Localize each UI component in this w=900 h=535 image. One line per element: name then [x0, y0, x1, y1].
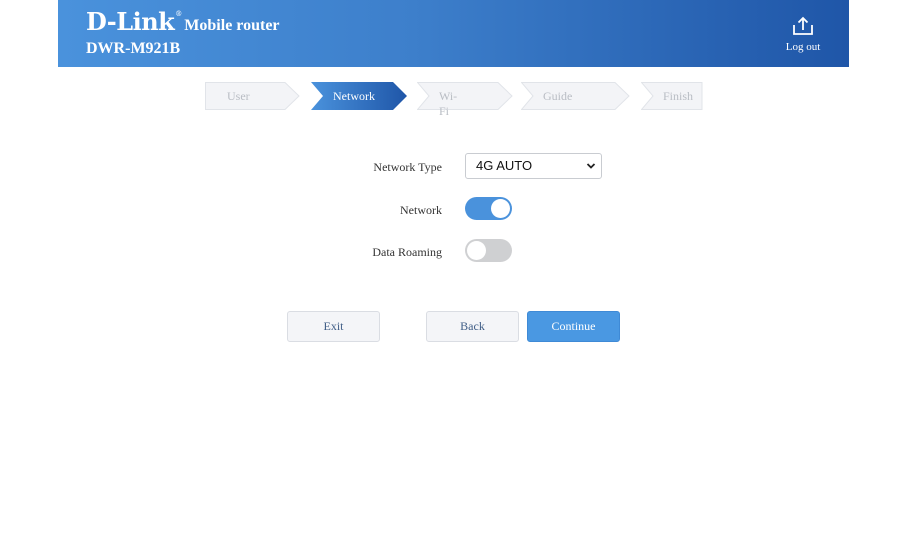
upload-icon	[793, 16, 813, 35]
network-row: Network	[0, 196, 900, 224]
network-type-row: Network Type 4G AUTO	[0, 153, 900, 181]
network-type-select[interactable]: 4G AUTO	[465, 153, 602, 179]
step-user-label: User	[227, 89, 250, 103]
logout-button[interactable]: Log out	[783, 16, 823, 53]
exit-button[interactable]: Exit	[287, 311, 380, 342]
network-type-label: Network Type	[373, 160, 442, 174]
data-roaming-toggle-knob	[467, 241, 486, 260]
registered-mark: ®	[175, 10, 183, 18]
model-name: DWR-M921B	[86, 40, 181, 57]
data-roaming-toggle[interactable]	[465, 239, 512, 262]
continue-button[interactable]: Continue	[527, 311, 620, 342]
step-guide-label: Guide	[543, 89, 573, 103]
step-wifi-shape	[417, 82, 513, 110]
app-header: D-Link ® Mobile router DWR-M921B Log out	[58, 0, 849, 67]
chevron-down-icon	[586, 163, 596, 169]
brand: D-Link ® Mobile router	[86, 7, 280, 36]
step-user-shape	[205, 82, 300, 110]
data-roaming-row: Data Roaming	[0, 238, 900, 266]
dlink-logo: D-Link	[86, 7, 175, 36]
product-name: Mobile router	[184, 17, 280, 34]
back-button[interactable]: Back	[426, 311, 519, 342]
logout-label: Log out	[785, 41, 821, 53]
network-type-value: 4G AUTO	[476, 158, 533, 173]
data-roaming-label: Data Roaming	[372, 245, 442, 259]
network-toggle[interactable]	[465, 197, 512, 220]
network-toggle-knob	[491, 199, 510, 218]
step-wifi-label: Wi-Fi	[439, 89, 458, 118]
step-network-label: Network	[333, 89, 375, 103]
step-guide-shape	[521, 82, 630, 110]
step-finish-label: Finish	[663, 89, 694, 103]
network-label: Network	[400, 203, 442, 217]
